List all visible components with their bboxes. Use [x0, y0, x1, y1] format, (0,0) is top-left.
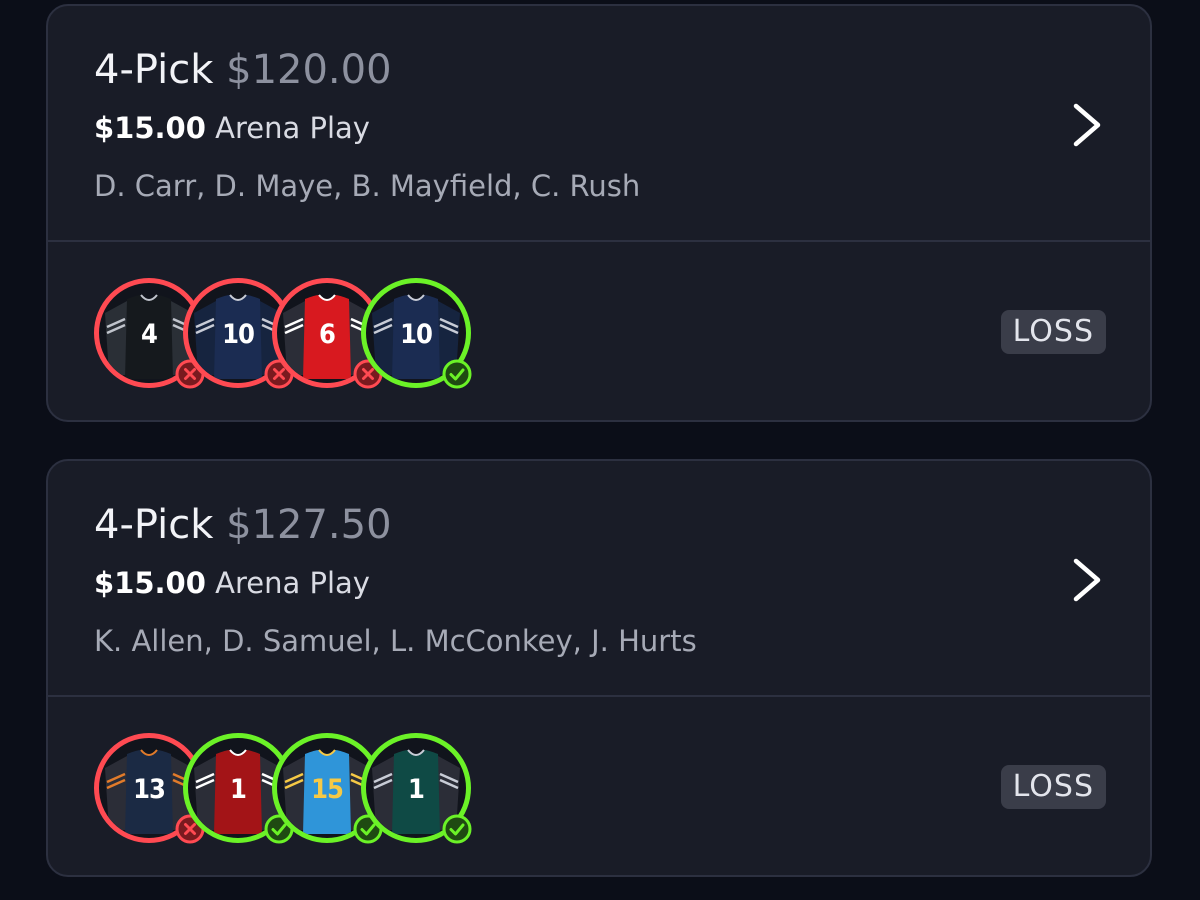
entry-amount: $15.00 [94, 566, 206, 600]
player-list: D. Carr, D. Maye, B. Mayfield, C. Rush [94, 169, 641, 203]
payout-amount: $127.50 [226, 502, 392, 548]
entry-card-footer: 4 10 6 10 LOSS [48, 242, 1150, 420]
entry-card[interactable]: 4-Pick $127.50 $15.00 Arena Play K. Alle… [46, 459, 1152, 877]
player-jersey-avatar: 10 [361, 278, 472, 389]
chevron-right-icon[interactable] [1066, 557, 1106, 603]
jersey-number: 1 [408, 774, 425, 805]
entry-card[interactable]: 4-Pick $120.00 $15.00 Arena Play D. Carr… [46, 4, 1152, 422]
entry-card-header: 4-Pick $127.50 $15.00 Arena Play K. Alle… [48, 461, 1150, 697]
entry-fee-row: $15.00 Arena Play [94, 565, 370, 601]
entry-fee-row: $15.00 Arena Play [94, 110, 370, 146]
entry-amount: $15.00 [94, 111, 206, 145]
entry-title: 4-Pick $120.00 [94, 46, 392, 94]
result-badge: LOSS [1000, 310, 1106, 354]
pick-type: 4-Pick [94, 502, 214, 548]
entries-feed: 4-Pick $120.00 $15.00 Arena Play D. Carr… [0, 0, 1200, 900]
entry-card-footer: 13 1 15 1 LOSS [48, 697, 1150, 875]
entry-card-header: 4-Pick $120.00 $15.00 Arena Play D. Carr… [48, 6, 1150, 242]
pick-type: 4-Pick [94, 47, 214, 93]
chevron-right-icon[interactable] [1066, 102, 1106, 148]
player-jersey-avatar: 1 [361, 733, 472, 844]
check-circle-icon [442, 359, 472, 389]
entry-title: 4-Pick $127.50 [94, 501, 392, 549]
result-badge: LOSS [1000, 765, 1106, 809]
entry-type-label: Arena Play [215, 566, 370, 600]
check-circle-icon [442, 814, 472, 844]
player-list: K. Allen, D. Samuel, L. McConkey, J. Hur… [94, 624, 697, 658]
payout-amount: $120.00 [226, 47, 392, 93]
entry-type-label: Arena Play [215, 111, 370, 145]
jersey-number: 10 [400, 319, 433, 350]
